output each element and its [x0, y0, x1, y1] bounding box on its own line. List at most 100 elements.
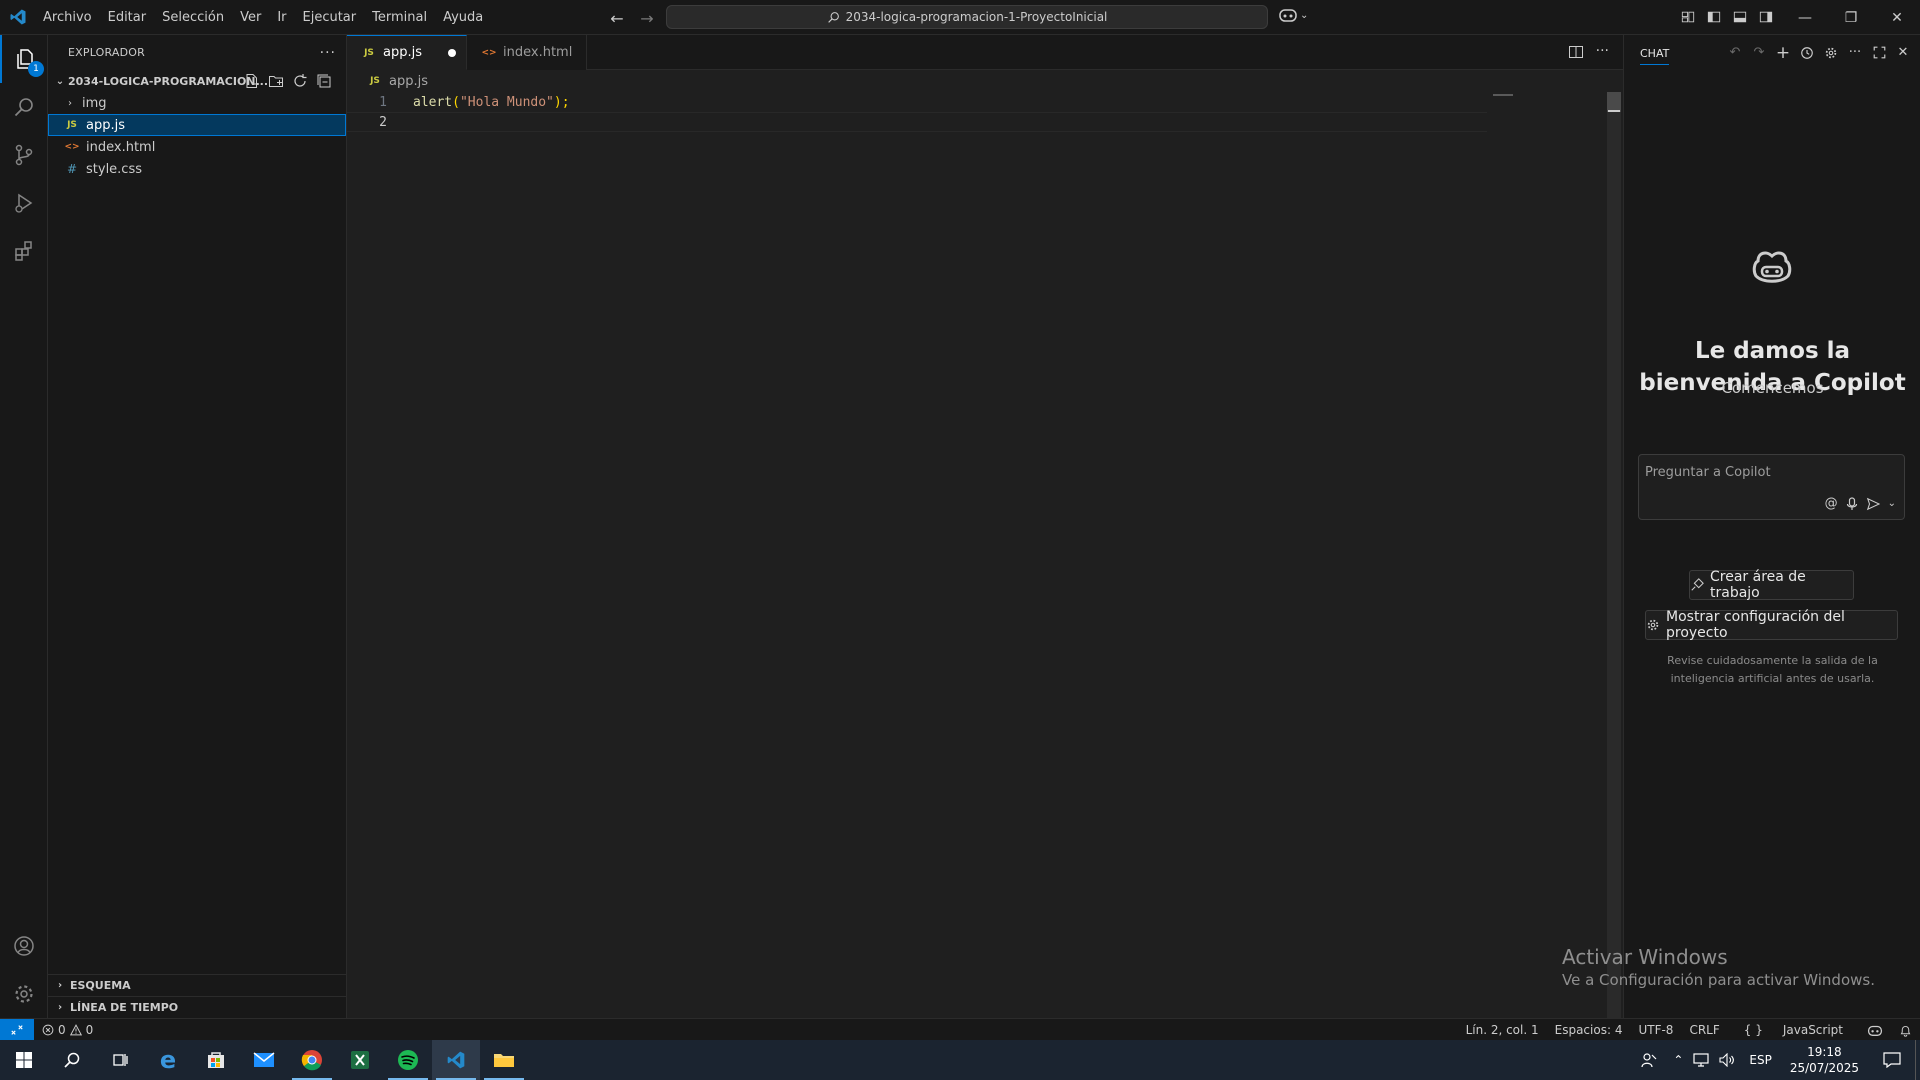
taskbar-search-icon[interactable] — [48, 1040, 96, 1080]
menu-ejecutar[interactable]: Ejecutar — [295, 0, 365, 35]
create-workspace-button[interactable]: Crear área de trabajo — [1689, 569, 1854, 601]
chevron-down-icon[interactable]: ⌄ — [1888, 498, 1896, 509]
windows-start-icon[interactable] — [0, 1040, 48, 1080]
network-icon[interactable] — [1689, 1053, 1713, 1067]
minimize-icon[interactable]: — — [1782, 0, 1828, 35]
chrome-icon[interactable] — [288, 1040, 336, 1080]
outline-section[interactable]: › ESQUEMA — [48, 974, 347, 996]
tab-index-html[interactable]: <> index.html — [467, 35, 587, 70]
new-chat-icon[interactable]: + — [1774, 43, 1792, 63]
toggle-secondary-sidebar-icon[interactable] — [1756, 7, 1776, 27]
microsoft-store-icon[interactable] — [192, 1040, 240, 1080]
forward-arrow-icon[interactable]: → — [636, 7, 658, 29]
input-language[interactable]: ESP — [1741, 1053, 1779, 1067]
scrollbar-thumb[interactable] — [1607, 92, 1621, 112]
workspace-icon — [1690, 578, 1704, 592]
menu-ver[interactable]: Ver — [232, 0, 269, 35]
encoding[interactable]: UTF-8 — [1630, 1023, 1681, 1037]
editor-scrollbar[interactable] — [1607, 92, 1621, 1018]
restore-icon[interactable]: ❐ — [1828, 0, 1874, 35]
toggle-primary-sidebar-icon[interactable] — [1704, 7, 1724, 27]
minimap[interactable] — [1493, 94, 1513, 96]
vscode-taskbar-icon[interactable] — [432, 1040, 480, 1080]
settings-icon[interactable] — [1822, 44, 1840, 62]
accounts-icon[interactable] — [0, 922, 48, 970]
notification-center-icon[interactable] — [1869, 1052, 1915, 1068]
error-count: 0 — [58, 1022, 66, 1037]
customize-layout-icon[interactable] — [1678, 7, 1698, 27]
problems-indicator[interactable]: 0 0 — [42, 1023, 93, 1037]
window-controls: — ❐ ✕ — [1782, 0, 1920, 35]
line-ending[interactable]: CRLF — [1681, 1023, 1727, 1037]
split-editor-icon[interactable] — [1568, 44, 1584, 60]
close-window-icon[interactable]: ✕ — [1874, 0, 1920, 35]
more-actions-icon[interactable]: ··· — [320, 45, 336, 61]
command-center[interactable]: 2034-logica-programacion-1-ProyectoInici… — [666, 5, 1268, 29]
tree-folder-img[interactable]: › img — [48, 92, 346, 114]
tab-app-js[interactable]: JS app.js — [347, 35, 467, 70]
unsaved-dot-icon[interactable] — [448, 48, 456, 57]
refresh-icon[interactable] — [292, 73, 308, 89]
menu-editar[interactable]: Editar — [100, 0, 155, 35]
tree-file-index-html[interactable]: <> index.html — [48, 136, 346, 158]
language-mode[interactable]: { } JavaScript — [1728, 1023, 1859, 1037]
code-editor[interactable]: 1 alert("Hola Mundo"); 2 — [347, 92, 1613, 132]
maximize-icon[interactable] — [1870, 44, 1888, 62]
chevron-down-icon: ⌄ — [55, 75, 65, 87]
undo-icon[interactable]: ↶ — [1726, 44, 1744, 62]
toggle-panel-icon[interactable] — [1730, 7, 1750, 27]
spotify-icon[interactable] — [384, 1040, 432, 1080]
tree-file-style-css[interactable]: # style.css — [48, 158, 346, 180]
people-icon[interactable] — [1631, 1052, 1667, 1068]
notifications-bell-icon[interactable] — [1891, 1024, 1920, 1037]
menu-terminal[interactable]: Terminal — [364, 0, 435, 35]
menu-seleccion[interactable]: Selección — [154, 0, 232, 35]
chat-input[interactable] — [1645, 463, 1895, 481]
new-file-icon[interactable] — [244, 73, 260, 89]
timeline-section[interactable]: › LÍNEA DE TIEMPO — [48, 996, 347, 1018]
search-icon[interactable] — [0, 83, 48, 131]
workspace-root[interactable]: ⌄ 2034-LOGICA-PROGRAMACION... — [48, 70, 346, 92]
copilot-menu[interactable]: ⌄ — [1278, 7, 1308, 23]
edge-browser-icon[interactable]: e — [144, 1040, 192, 1080]
redo-icon[interactable]: ↷ — [1750, 44, 1768, 62]
mail-icon[interactable] — [240, 1040, 288, 1080]
history-icon[interactable] — [1798, 44, 1816, 62]
task-view-icon[interactable] — [96, 1040, 144, 1080]
collapse-all-icon[interactable] — [316, 73, 332, 89]
microphone-icon[interactable] — [1846, 496, 1858, 511]
remote-indicator[interactable] — [0, 1018, 34, 1041]
copilot-status-icon[interactable] — [1859, 1024, 1891, 1037]
file-explorer-icon[interactable] — [480, 1040, 528, 1080]
chat-toolbar: ↶ ↷ + ··· ✕ — [1726, 43, 1912, 63]
more-actions-icon[interactable]: ··· — [1846, 44, 1864, 62]
show-config-button[interactable]: Mostrar configuración del proyecto — [1645, 609, 1898, 641]
send-icon[interactable] — [1866, 497, 1880, 511]
cursor-position[interactable]: Lín. 2, col. 1 — [1458, 1023, 1547, 1037]
more-actions-icon[interactable]: ··· — [1596, 44, 1609, 60]
menu-ayuda[interactable]: Ayuda — [435, 0, 491, 35]
new-folder-icon[interactable] — [268, 73, 284, 89]
menu-archivo[interactable]: Archivo — [35, 0, 100, 35]
show-desktop-button[interactable] — [1915, 1040, 1920, 1080]
indentation[interactable]: Espacios: 4 — [1547, 1023, 1631, 1037]
menu-ir[interactable]: Ir — [269, 0, 294, 35]
close-icon[interactable]: ✕ — [1894, 44, 1912, 62]
chat-subtitle: Comencemos — [1721, 379, 1824, 397]
breadcrumb-file[interactable]: app.js — [389, 74, 428, 89]
tree-file-app-js[interactable]: JS app.js — [48, 114, 346, 136]
mention-icon[interactable]: @ — [1825, 496, 1838, 511]
source-control-icon[interactable] — [0, 131, 48, 179]
menu-bar: Archivo Editar Selección Ver Ir Ejecutar… — [35, 0, 491, 35]
extensions-icon[interactable] — [0, 227, 48, 275]
taskbar-clock[interactable]: 19:18 25/07/2025 — [1780, 1044, 1869, 1076]
chat-title[interactable]: CHAT — [1640, 47, 1670, 65]
excel-icon[interactable] — [336, 1040, 384, 1080]
volume-icon[interactable] — [1713, 1053, 1741, 1067]
run-debug-icon[interactable] — [0, 179, 48, 227]
gear-icon[interactable] — [0, 970, 48, 1018]
chevron-up-icon[interactable]: ⌃ — [1667, 1053, 1689, 1067]
explorer-icon[interactable]: 1 — [0, 35, 48, 83]
timeline-label: LÍNEA DE TIEMPO — [70, 1001, 179, 1014]
back-arrow-icon[interactable]: ← — [606, 7, 628, 29]
